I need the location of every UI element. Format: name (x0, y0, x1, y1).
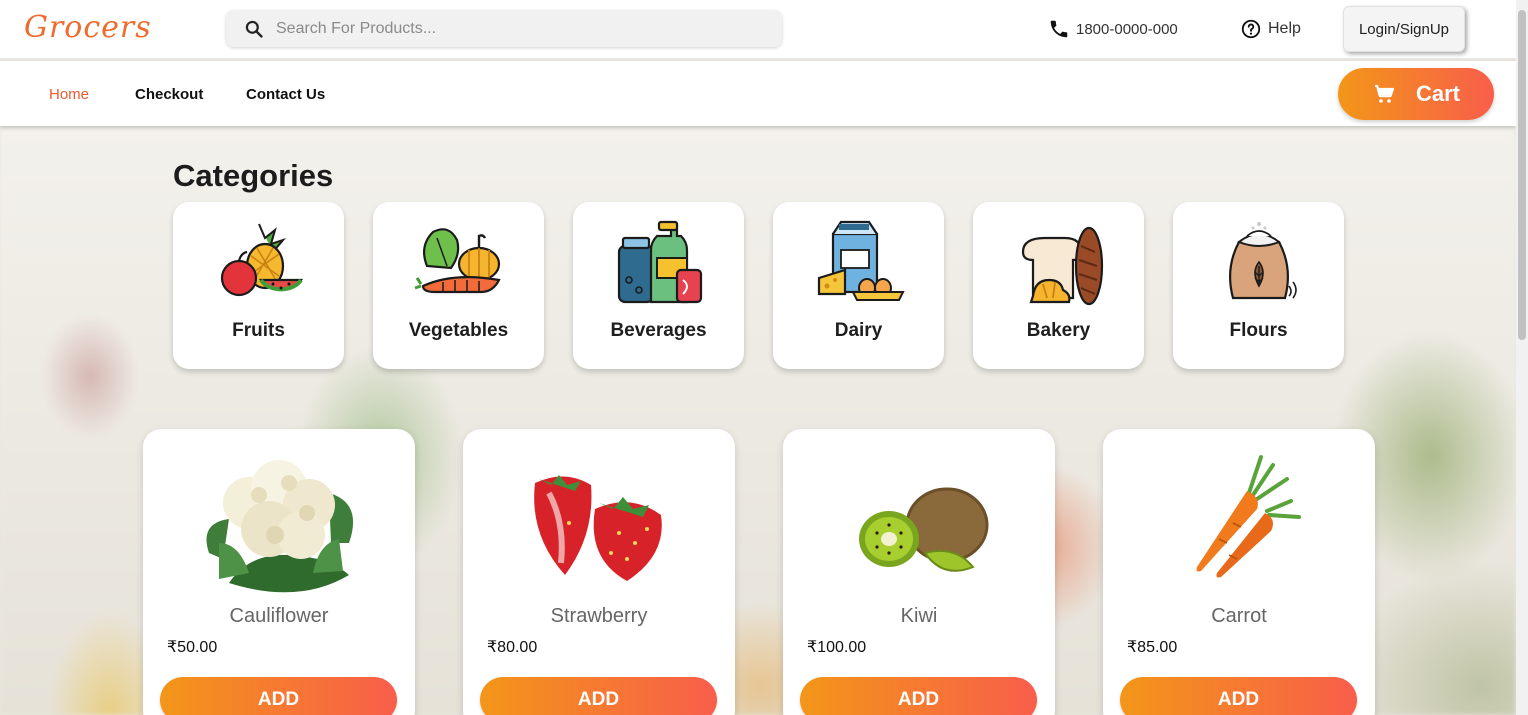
top-bar: Grocers 1800-0000-000 Help Login/SignUp (0, 0, 1516, 58)
categories-heading: Categories (173, 158, 334, 193)
kiwi-image (859, 487, 989, 572)
add-to-cart-button[interactable]: ADD (480, 677, 717, 715)
add-to-cart-button[interactable]: ADD (160, 677, 397, 715)
product-card-strawberry: Strawberry ₹80.00 ADD (463, 429, 735, 715)
product-card-carrot: Carrot ₹85.00 ADD (1103, 429, 1375, 715)
fruits-icon (220, 223, 303, 297)
cauliflower-image (206, 460, 354, 593)
cart-icon (1374, 84, 1395, 103)
site-logo[interactable]: Grocers (24, 10, 152, 45)
product-name: Strawberry (550, 605, 648, 627)
phone-contact[interactable]: 1800-0000-000 (1048, 18, 1178, 40)
help-label: Help (1268, 20, 1301, 37)
category-card-bakery[interactable]: Bakery (973, 202, 1144, 369)
category-label: Beverages (610, 320, 707, 341)
product-price: ₹100.00 (807, 639, 867, 656)
product-price: ₹85.00 (1127, 639, 1178, 656)
nav-bar: Home Checkout Contact Us Cart (0, 61, 1516, 126)
category-label: Flours (1229, 320, 1288, 341)
help-link[interactable]: Help (1240, 18, 1301, 40)
product-name: Cauliflower (229, 605, 329, 627)
add-to-cart-button[interactable]: ADD (800, 677, 1037, 715)
beverages-icon (617, 220, 703, 304)
product-card-kiwi: Kiwi ₹100.00 ADD (783, 429, 1055, 715)
category-label: Bakery (1026, 320, 1091, 341)
product-price: ₹50.00 (167, 639, 218, 656)
category-card-beverages[interactable]: Beverages (573, 202, 744, 369)
product-card-cauliflower: Cauliflower ₹50.00 ADD (143, 429, 415, 715)
nav-item-home[interactable]: Home (49, 86, 89, 103)
carrot-image (1196, 455, 1301, 578)
product-price: ₹80.00 (487, 639, 538, 656)
login-signup-button[interactable]: Login/SignUp (1343, 6, 1465, 52)
category-label: Dairy (834, 320, 883, 341)
bakery-icon (1021, 226, 1104, 306)
category-card-dairy[interactable]: Dairy (773, 202, 944, 369)
nav-item-checkout[interactable]: Checkout (135, 86, 203, 103)
nav-item-contact-us[interactable]: Contact Us (246, 86, 325, 103)
add-to-cart-button[interactable]: ADD (1120, 677, 1357, 715)
phone-icon (1050, 20, 1068, 38)
product-name: Kiwi (900, 605, 938, 627)
category-label: Vegetables (408, 320, 509, 341)
scrollbar-thumb[interactable] (1518, 10, 1526, 340)
page-scrollbar[interactable] (1516, 0, 1528, 715)
category-label: Fruits (232, 320, 285, 341)
search-input[interactable] (276, 19, 756, 38)
phone-number: 1800-0000-000 (1076, 20, 1178, 38)
help-icon (1241, 19, 1261, 39)
category-card-flours[interactable]: Flours (1173, 202, 1344, 369)
search-icon[interactable] (244, 19, 264, 39)
strawberry-image (534, 475, 662, 581)
cart-button[interactable]: Cart (1338, 68, 1494, 120)
search-bar[interactable] (226, 10, 782, 47)
product-name: Carrot (1211, 605, 1267, 627)
category-card-fruits[interactable]: Fruits (173, 202, 344, 369)
vegetables-icon (414, 228, 501, 294)
cart-label: Cart (1415, 81, 1460, 106)
dairy-icon (817, 220, 905, 301)
category-card-vegetables[interactable]: Vegetables (373, 202, 544, 369)
flours-icon (1228, 222, 1297, 300)
